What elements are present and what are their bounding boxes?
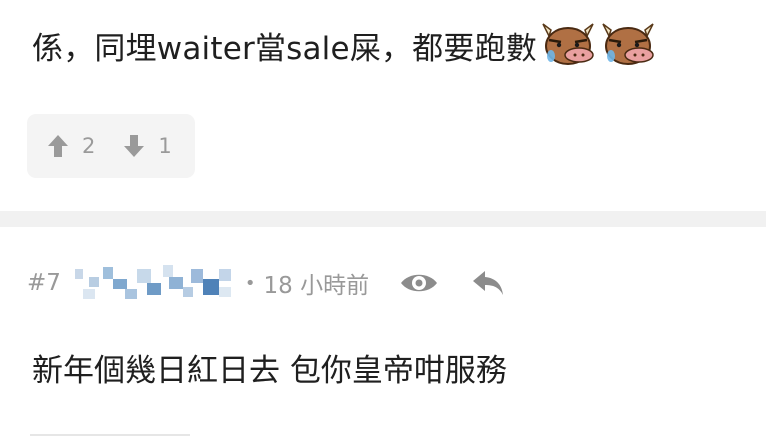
reply-content: 新年個幾日紅日去 包你皇帝咁服務 xyxy=(32,353,507,389)
thumb-down-arrow-icon xyxy=(124,135,145,157)
post-content: 係，同埋waiter當sale屎，都要跑數 xyxy=(32,22,657,68)
username-pixelated[interactable] xyxy=(73,263,235,303)
downvote-button[interactable]: 1 xyxy=(123,134,172,158)
post-text: 係，同埋waiter當sale屎，都要跑數 xyxy=(32,30,537,67)
thumb-up-arrow-icon xyxy=(48,135,68,157)
reply-number: #7 xyxy=(27,270,61,296)
meta-separator: • xyxy=(244,272,256,294)
vote-bar: 2 1 xyxy=(27,114,195,178)
view-button[interactable] xyxy=(399,270,439,296)
section-divider xyxy=(0,211,766,227)
eye-icon xyxy=(401,274,438,292)
reply-meta: #7 • 18 小時前 xyxy=(27,258,505,308)
downvote-count: 1 xyxy=(158,134,172,158)
reply-button[interactable] xyxy=(471,269,505,297)
cow-face-emoji-icon xyxy=(542,23,594,65)
cow-face-emoji-icon xyxy=(602,23,654,65)
reply-arrow-icon xyxy=(473,271,504,295)
reply-time: 18 小時前 xyxy=(263,273,370,299)
upvote-button[interactable]: 2 xyxy=(47,134,95,158)
upvote-count: 2 xyxy=(82,134,96,158)
